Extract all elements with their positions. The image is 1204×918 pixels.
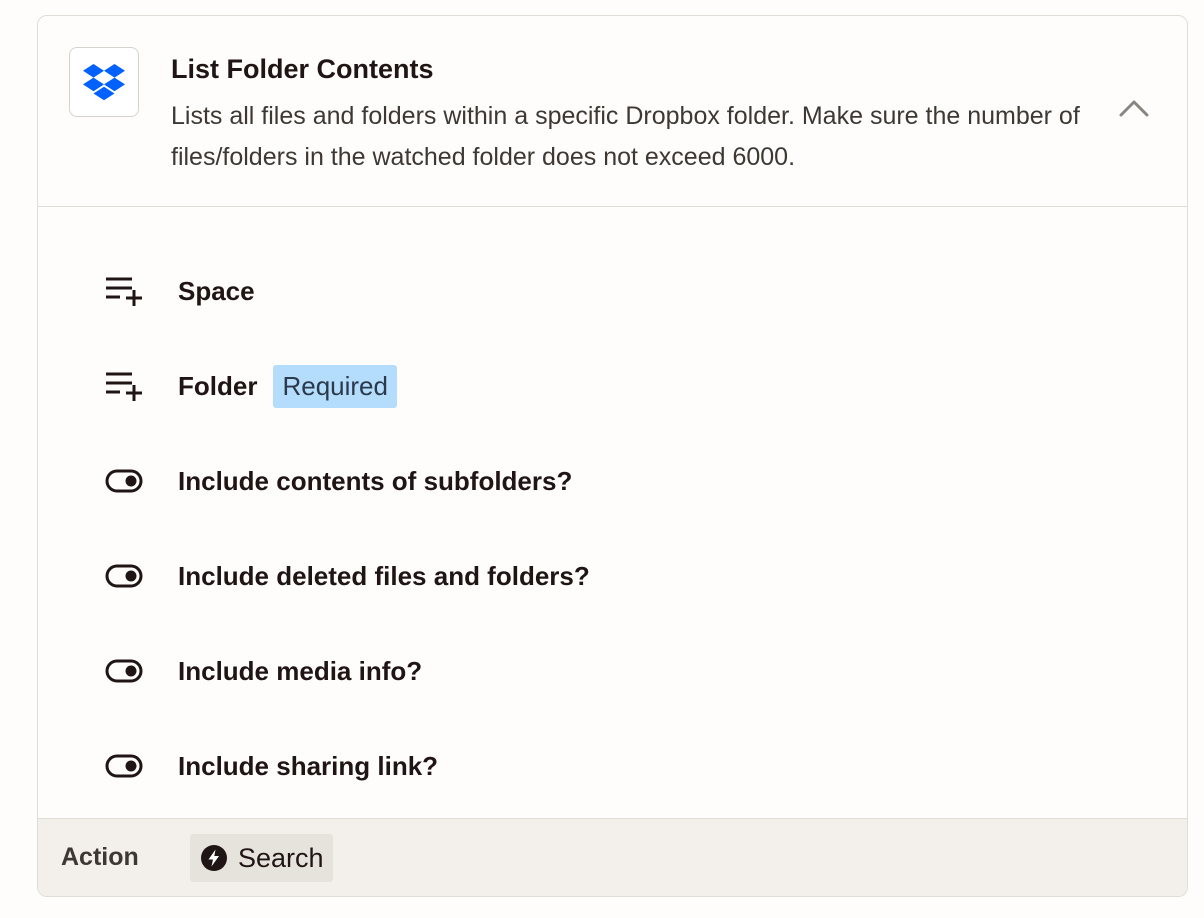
step-footer: Action Search bbox=[38, 818, 1187, 896]
list-add-icon bbox=[104, 271, 144, 311]
dropbox-logo-icon bbox=[69, 47, 139, 117]
field-label: Include sharing link? bbox=[178, 750, 439, 781]
field-label: Include contents of subfolders? bbox=[178, 465, 573, 496]
bolt-circle-icon bbox=[200, 844, 228, 872]
action-type-label: Search bbox=[238, 842, 324, 873]
required-badge: Required bbox=[273, 364, 397, 408]
field-include-media-info[interactable]: Include media info? bbox=[104, 647, 422, 695]
toggle-icon bbox=[104, 461, 144, 501]
field-label: Include media info? bbox=[178, 655, 423, 686]
chevron-up-icon bbox=[1119, 100, 1149, 117]
footer-label: Action bbox=[61, 843, 139, 871]
action-type-chip[interactable]: Search bbox=[190, 834, 333, 882]
field-include-subfolders[interactable]: Include contents of subfolders? bbox=[104, 457, 572, 505]
field-include-deleted[interactable]: Include deleted files and folders? bbox=[104, 552, 590, 600]
field-folder[interactable]: Folder Required bbox=[104, 362, 397, 410]
step-header[interactable]: List Folder Contents Lists all files and… bbox=[38, 16, 1187, 207]
step-card: List Folder Contents Lists all files and… bbox=[37, 15, 1188, 897]
field-space[interactable]: Space bbox=[104, 267, 255, 315]
toggle-icon bbox=[104, 556, 144, 596]
field-include-sharing-link[interactable]: Include sharing link? bbox=[104, 742, 438, 790]
toggle-icon bbox=[104, 651, 144, 691]
collapse-button[interactable] bbox=[1114, 88, 1154, 128]
toggle-icon bbox=[104, 746, 144, 786]
field-label: Space bbox=[178, 275, 255, 306]
list-add-icon bbox=[104, 366, 144, 406]
step-title: List Folder Contents bbox=[171, 54, 434, 84]
field-label: Include deleted files and folders? bbox=[178, 560, 590, 591]
field-label: Folder bbox=[178, 370, 258, 401]
step-description: Lists all files and folders within a spe… bbox=[171, 102, 1080, 171]
